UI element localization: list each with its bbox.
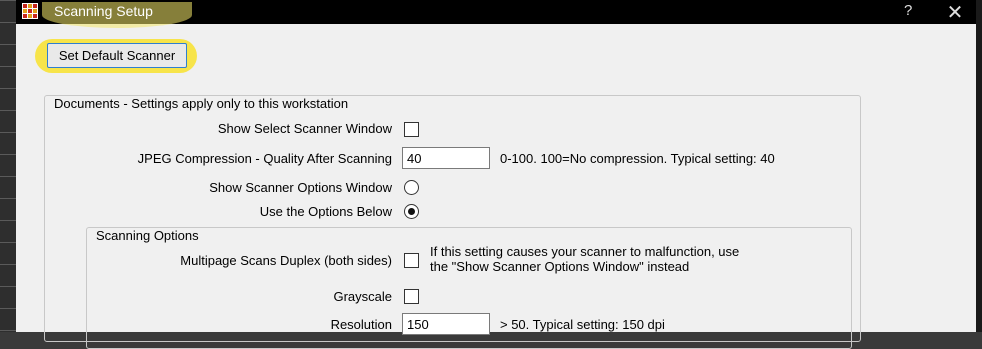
jpeg-compression-hint: 0-100. 100=No compression. Typical setti… [500,151,775,166]
title-bar: Scanning Setup ? ✕ [16,0,976,28]
duplex-hint-line2: the "Show Scanner Options Window" instea… [430,259,690,274]
use-options-below-radio[interactable] [404,204,419,219]
documents-group-title: Documents - Settings apply only to this … [52,96,351,111]
grayscale-label: Grayscale [333,289,392,304]
jpeg-quality-input[interactable] [402,147,490,169]
duplex-hint-line1: If this setting causes your scanner to m… [430,244,740,259]
app-icon [22,3,38,19]
scanning-setup-dialog: Scanning Setup ? ✕ Set Default Scanner D… [16,0,976,349]
window-border-right [976,0,982,332]
show-scanner-options-radio[interactable] [404,180,419,195]
show-select-scanner-checkbox[interactable] [404,122,419,137]
scanning-options-title: Scanning Options [94,228,201,243]
resolution-hint: > 50. Typical setting: 150 dpi [500,317,665,332]
background-window-edge [0,0,16,332]
close-button[interactable]: ✕ [940,0,970,25]
help-button[interactable]: ? [904,2,912,19]
show-scanner-options-label: Show Scanner Options Window [209,180,392,195]
duplex-label: Multipage Scans Duplex (both sides) [180,253,392,268]
grayscale-checkbox[interactable] [404,289,419,304]
set-default-scanner-button[interactable]: Set Default Scanner [47,43,187,68]
jpeg-compression-label: JPEG Compression - Quality After Scannin… [137,151,392,166]
duplex-checkbox[interactable] [404,253,419,268]
show-select-scanner-label: Show Select Scanner Window [217,121,392,136]
use-options-below-label: Use the Options Below [259,204,392,219]
resolution-label: Resolution [330,317,392,332]
window-title: Scanning Setup [54,3,153,19]
duplex-hint: If this setting causes your scanner to m… [430,244,739,274]
